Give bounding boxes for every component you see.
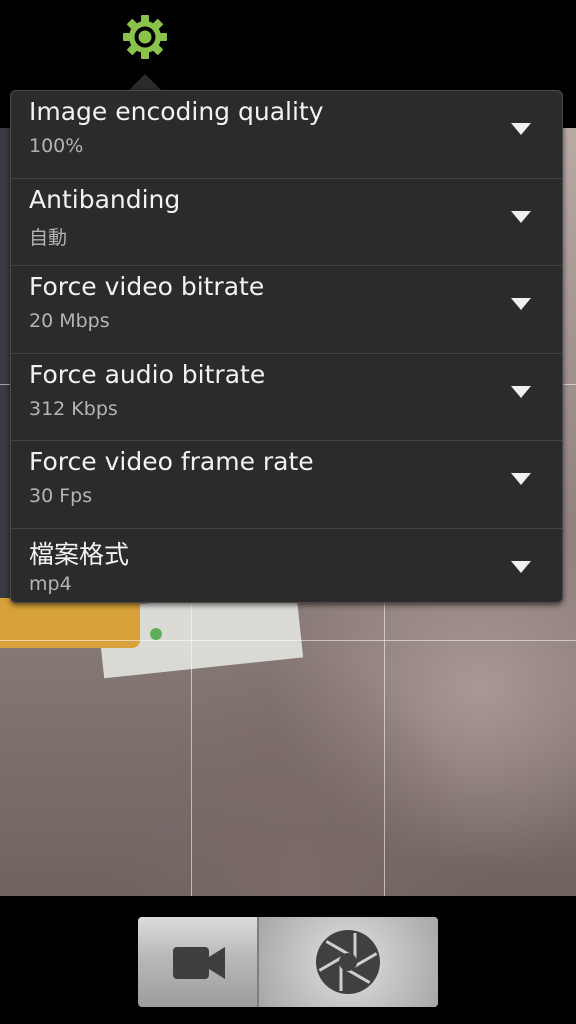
triangle-down-icon[interactable] (511, 473, 531, 485)
triangle-down-icon[interactable] (511, 123, 531, 135)
gear-icon[interactable] (122, 14, 168, 60)
setting-value: 100% (29, 135, 84, 157)
setting-force-audio-bitrate[interactable]: Force audio bitrate 312 Kbps (11, 354, 562, 441)
grid-line (0, 640, 576, 641)
triangle-down-icon[interactable] (511, 210, 531, 223)
shutter-button[interactable] (259, 917, 438, 1007)
setting-value: 312 Kbps (29, 397, 118, 420)
setting-value: 20 Mbps (29, 310, 110, 332)
video-mode-button[interactable] (138, 917, 257, 1007)
camera-control-panel (138, 917, 438, 1007)
settings-popup: Image encoding quality 100% Antibanding … (10, 90, 563, 603)
bottom-bar (0, 896, 576, 1024)
setting-force-video-frame-rate[interactable]: Force video frame rate 30 Fps (11, 441, 562, 529)
triangle-down-icon[interactable] (511, 298, 531, 310)
setting-image-encoding-quality[interactable]: Image encoding quality 100% (11, 91, 562, 179)
setting-antibanding[interactable]: Antibanding 自動 (11, 179, 562, 266)
setting-value: mp4 (29, 572, 72, 595)
setting-force-video-bitrate[interactable]: Force video bitrate 20 Mbps (11, 266, 562, 354)
setting-title: 檔案格式 (29, 539, 130, 569)
setting-value: 自動 (29, 226, 68, 249)
setting-title: Antibanding (29, 184, 181, 214)
setting-title: Force video frame rate (29, 447, 314, 476)
setting-title: Force audio bitrate (29, 359, 266, 389)
setting-value: 30 Fps (29, 485, 93, 507)
aperture-icon (316, 930, 380, 994)
video-camera-icon (173, 947, 225, 979)
triangle-down-icon[interactable] (511, 385, 531, 398)
triangle-down-icon[interactable] (511, 560, 531, 573)
setting-file-format[interactable]: 檔案格式 mp4 (11, 529, 562, 617)
setting-title: Force video bitrate (29, 272, 265, 301)
setting-title: Image encoding quality (29, 97, 324, 126)
viewfinder-background-object (150, 628, 162, 640)
popup-pointer (129, 74, 161, 90)
